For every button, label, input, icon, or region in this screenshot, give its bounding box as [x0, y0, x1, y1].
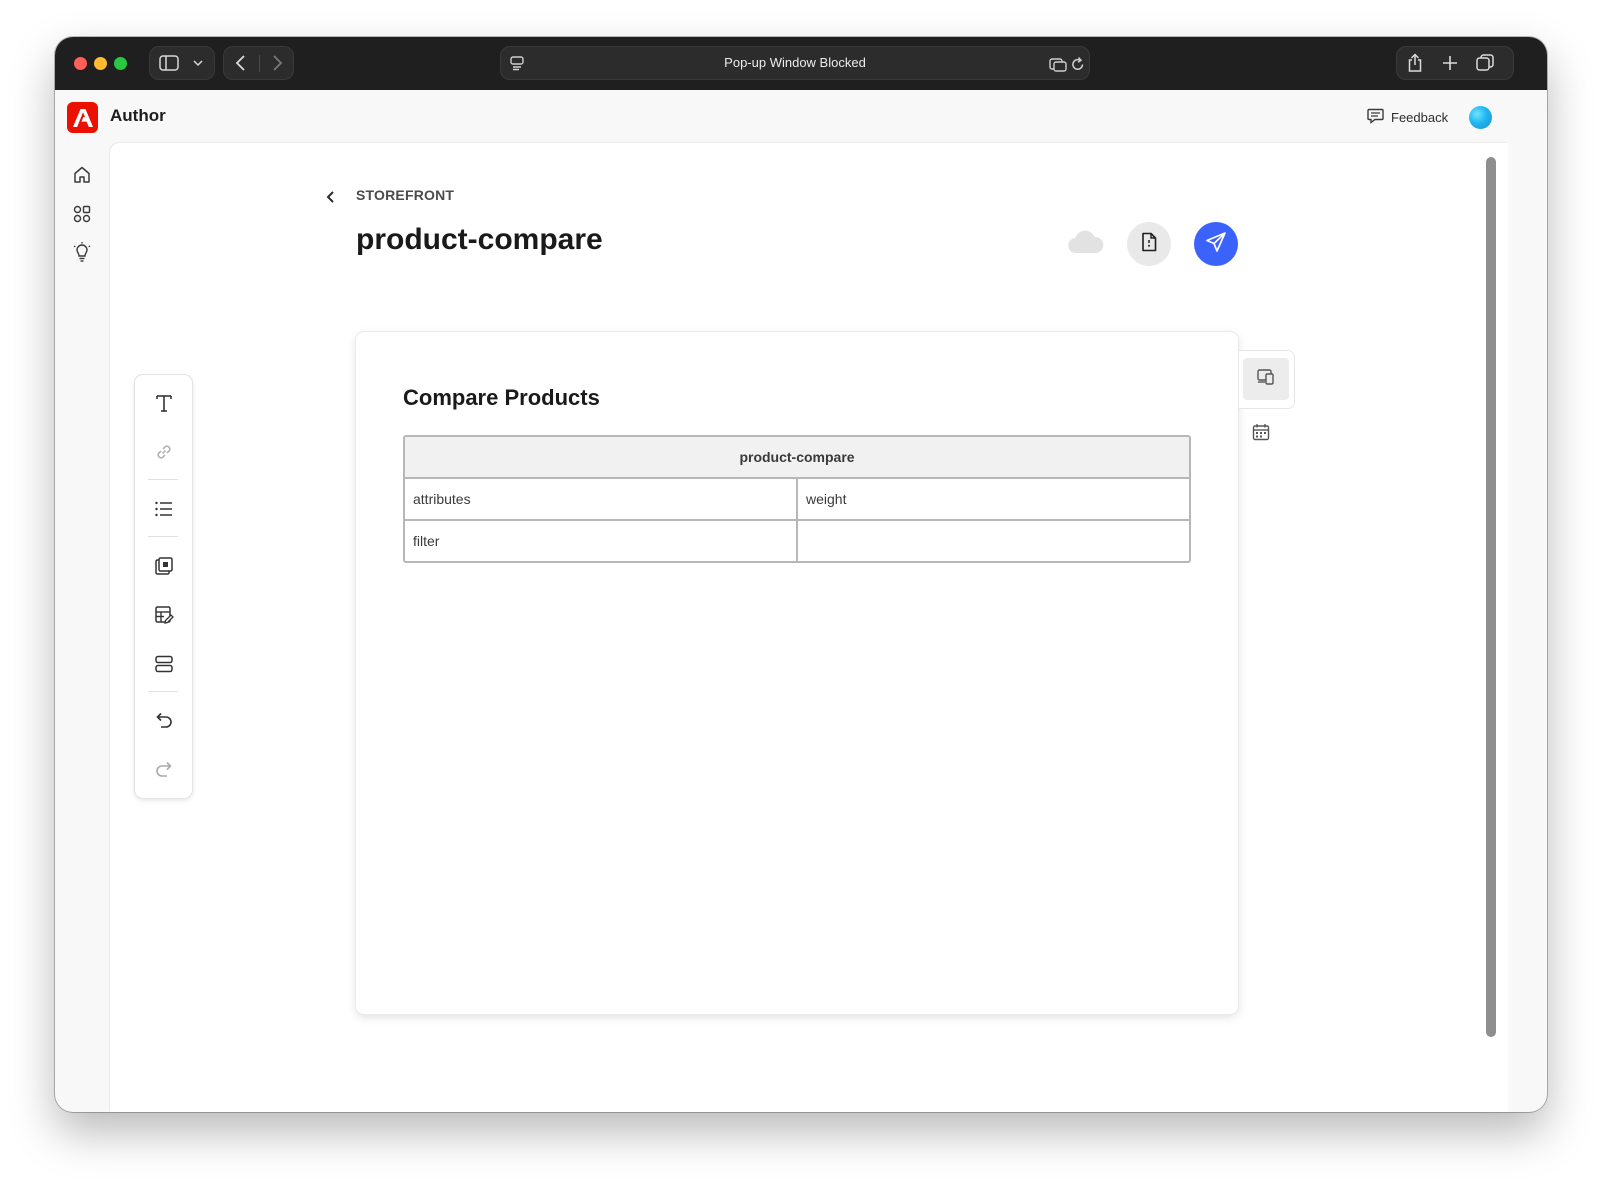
forward-arrow-icon[interactable] — [270, 54, 284, 72]
breadcrumb[interactable]: STOREFRONT — [356, 187, 454, 203]
app-header: Author Feedback — [55, 90, 1547, 142]
block-table[interactable]: product-compare attributes weight filter — [403, 435, 1191, 563]
apps-icon[interactable] — [71, 203, 93, 225]
fragment-icon[interactable] — [151, 553, 177, 579]
lightbulb-icon[interactable] — [71, 241, 93, 263]
send-icon — [1205, 231, 1227, 258]
table-row: attributes weight — [405, 479, 1189, 519]
avatar[interactable] — [1469, 106, 1492, 129]
minimize-window-button[interactable] — [94, 57, 107, 70]
table-cell[interactable]: filter — [405, 521, 796, 561]
history-nav-group — [223, 46, 294, 80]
back-chevron-icon[interactable] — [325, 189, 337, 210]
toolbar-divider — [148, 536, 178, 537]
browser-actions-group — [1396, 46, 1514, 80]
document-icon — [1141, 232, 1157, 257]
toolbar-divider — [148, 479, 178, 480]
tab-overview-icon[interactable] — [1049, 56, 1067, 72]
sidebar-toggle-group[interactable] — [149, 46, 215, 80]
link-icon[interactable] — [151, 439, 177, 465]
table-row: filter — [405, 519, 1189, 561]
page-title: product-compare — [356, 223, 603, 256]
tab-overview-icon[interactable] — [1476, 54, 1494, 72]
document-heading[interactable]: Compare Products — [403, 385, 600, 411]
undo-icon[interactable] — [151, 707, 177, 733]
browser-toolbar: Pop-up Window Blocked — [55, 37, 1547, 90]
text-icon[interactable] — [151, 390, 177, 416]
table-cell[interactable]: attributes — [405, 479, 796, 519]
feedback-icon — [1367, 108, 1384, 127]
responsive-preview-button[interactable] — [1243, 358, 1289, 400]
calendar-icon[interactable] — [1252, 423, 1270, 446]
preview-button[interactable] — [1127, 222, 1171, 266]
divider — [259, 55, 260, 72]
browser-window: Pop-up Window Blocked Author Feedback ST… — [55, 37, 1547, 1112]
editor-canvas: STOREFRONT product-compare Compare Produ… — [110, 143, 1508, 1112]
form-edit-icon[interactable] — [151, 602, 177, 628]
responsive-devices-icon — [1256, 368, 1276, 391]
vertical-scrollbar[interactable] — [1486, 157, 1496, 1037]
table-cell[interactable]: weight — [796, 479, 1189, 519]
editor-toolbar — [135, 375, 192, 798]
list-icon[interactable] — [151, 496, 177, 522]
publish-button[interactable] — [1194, 222, 1238, 266]
cloud-sync-icon — [1067, 229, 1105, 260]
home-icon[interactable] — [71, 164, 93, 186]
document-page[interactable]: Compare Products product-compare attribu… — [356, 332, 1238, 1014]
new-tab-icon[interactable] — [1442, 55, 1458, 71]
adobe-logo-icon[interactable] — [67, 102, 98, 133]
back-arrow-icon[interactable] — [234, 54, 248, 72]
toolbar-divider — [148, 691, 178, 692]
chevron-down-icon — [192, 58, 204, 68]
table-cell[interactable] — [796, 521, 1189, 561]
left-nav — [55, 142, 110, 1112]
app-name: Author — [110, 106, 166, 125]
redo-icon[interactable] — [151, 756, 177, 782]
address-bar-title: Pop-up Window Blocked — [724, 55, 866, 70]
close-window-button[interactable] — [74, 57, 87, 70]
share-icon[interactable] — [1406, 53, 1424, 73]
feedback-label: Feedback — [1391, 109, 1449, 125]
zoom-window-button[interactable] — [114, 57, 127, 70]
reload-icon[interactable] — [1071, 56, 1085, 72]
sidebar-icon — [159, 55, 179, 71]
block-name[interactable]: product-compare — [405, 437, 1189, 479]
feedback-button[interactable]: Feedback — [1367, 106, 1448, 128]
blocks-icon[interactable] — [151, 651, 177, 677]
address-bar[interactable]: Pop-up Window Blocked — [500, 46, 1090, 80]
